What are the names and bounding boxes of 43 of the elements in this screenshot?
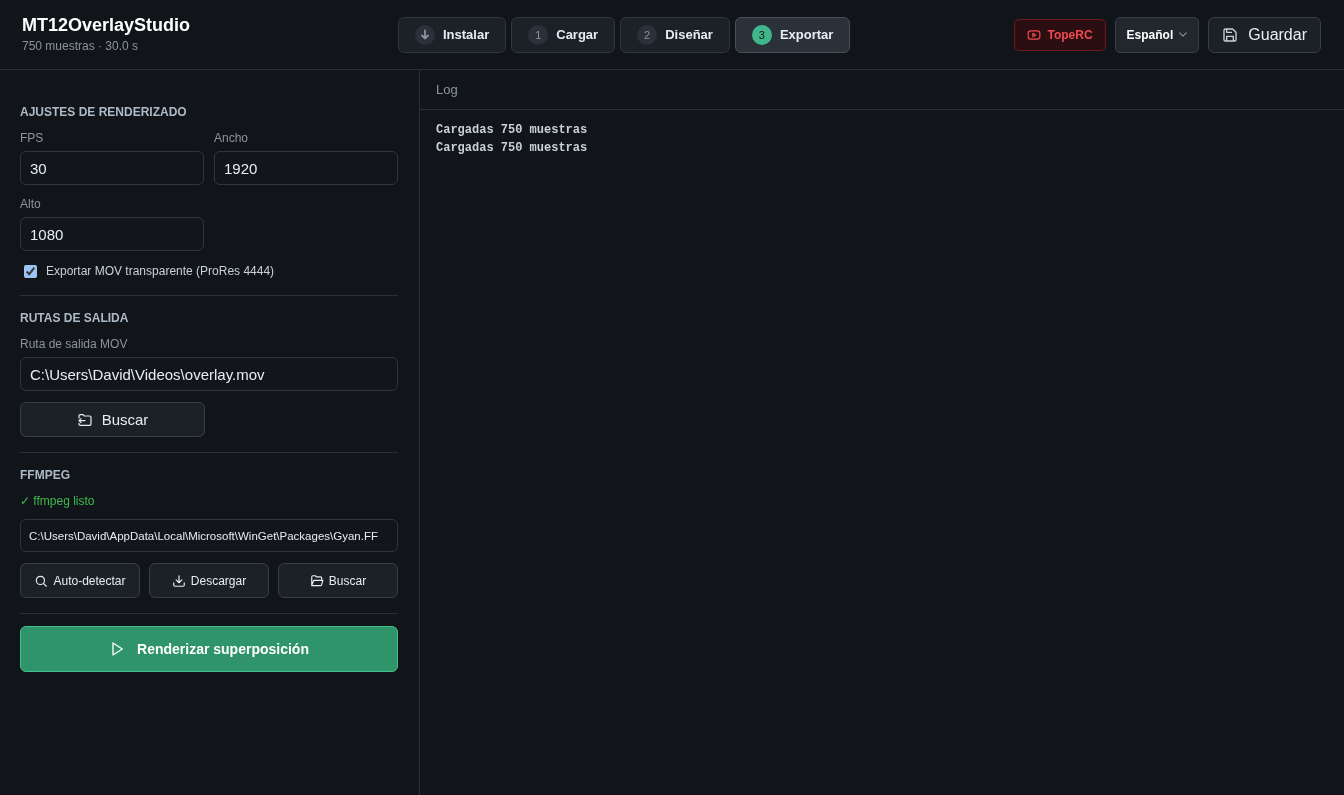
- checkbox-label: Exportar MOV transparente (ProRes 4444): [46, 264, 275, 278]
- input-field[interactable]: C:\Users\David\Videos\overlay.mov: [20, 357, 398, 391]
- input-field[interactable]: 1920: [214, 151, 398, 185]
- input-field[interactable]: 1080: [20, 217, 204, 251]
- app-subtitle: 750 muestras · 30.0 s: [22, 39, 139, 54]
- log-title: Log: [436, 82, 458, 97]
- app-title: MT12OverlayStudio: [22, 14, 191, 36]
- status-text: ✓ ffmpeg listo: [20, 493, 95, 509]
- step-tab[interactable]: 1 Cargar: [511, 16, 616, 53]
- section-title: RUTAS DE SALIDA: [20, 310, 130, 326]
- play-icon: [109, 641, 126, 657]
- field-label: Alto: [20, 196, 41, 212]
- section-title: AJUSTES DE RENDERIZADO: [20, 104, 188, 120]
- step-number: 3: [751, 24, 772, 45]
- caret-icon: [1179, 32, 1188, 37]
- tool-button[interactable]: Descargar: [149, 563, 269, 598]
- step-tab[interactable]: 2 Diseñar: [620, 16, 730, 53]
- checkbox[interactable]: [24, 264, 37, 278]
- step-number: 2: [637, 24, 658, 45]
- channel-button[interactable]: TopeRC: [1013, 18, 1106, 51]
- step-tab[interactable]: Instalar: [398, 16, 507, 53]
- section-title: FFMPEG: [20, 467, 71, 483]
- folder-icon: [309, 573, 324, 588]
- log-line: Cargadas 750 muestras: [436, 140, 588, 157]
- folder-arrow-icon: [76, 411, 93, 428]
- field-label: Ancho: [214, 130, 249, 146]
- input-field[interactable]: C:\Users\David\AppData\Local\Microsoft\WinGet\Packages\Gyan.FF: [20, 519, 398, 552]
- download-icon: [171, 573, 186, 588]
- browse-button[interactable]: Buscar: [20, 402, 205, 437]
- tool-button[interactable]: Buscar: [278, 563, 398, 598]
- field-label: Ruta de salida MOV: [20, 336, 128, 352]
- input-field[interactable]: 30: [20, 151, 204, 185]
- step-number: 1: [528, 24, 549, 45]
- search-icon: [34, 573, 49, 588]
- step-tab[interactable]: 3 Exportar: [734, 16, 851, 53]
- field-label: FPS: [20, 130, 44, 146]
- video-play-icon: [1026, 27, 1041, 42]
- tool-button[interactable]: Auto-detectar: [20, 563, 140, 598]
- save-icon: [1222, 26, 1239, 43]
- log-line: Cargadas 750 muestras: [436, 122, 588, 139]
- render-button[interactable]: Renderizar superposición: [20, 626, 398, 672]
- save-button[interactable]: Guardar: [1208, 16, 1321, 53]
- language-select[interactable]: Español: [1114, 16, 1200, 53]
